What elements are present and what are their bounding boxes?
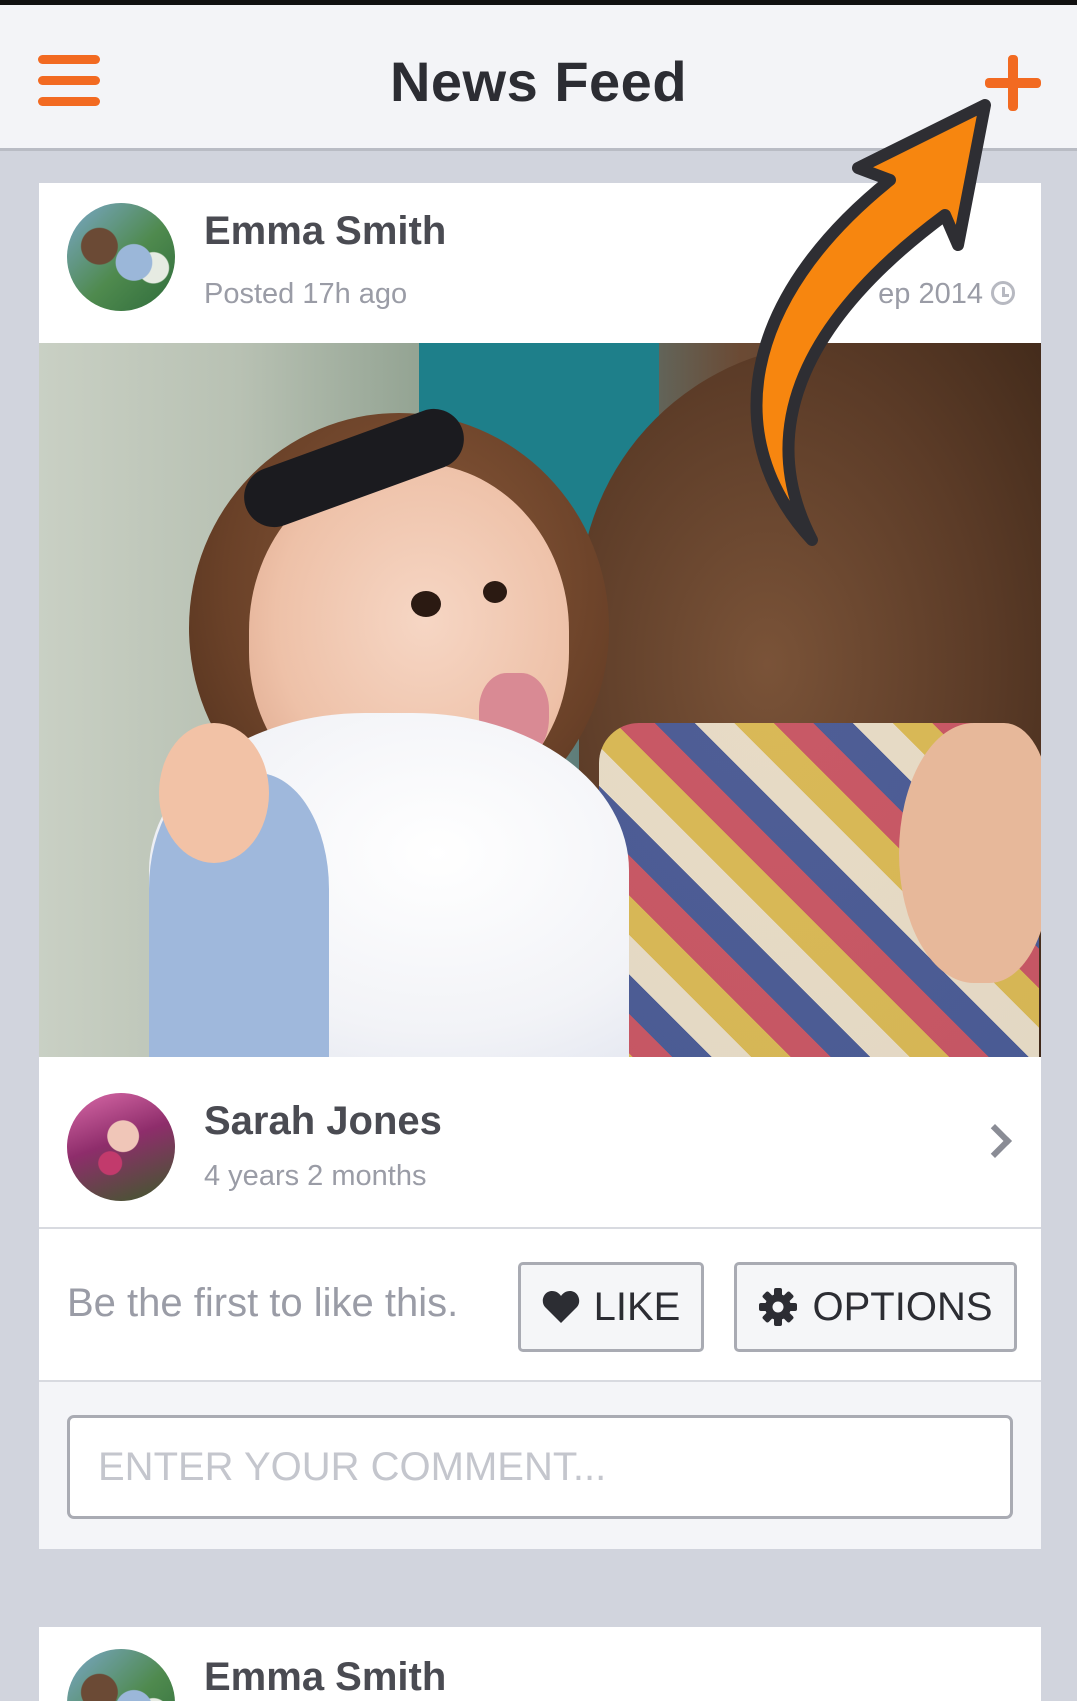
clock-icon [991, 281, 1015, 305]
feed-post: Emma Smith [39, 1627, 1041, 1701]
post-photo[interactable] [39, 343, 1041, 1057]
chevron-right-icon [978, 1124, 1012, 1158]
author-avatar[interactable] [67, 203, 175, 311]
options-label: OPTIONS [812, 1284, 993, 1329]
post-time: Posted 17h ago [204, 278, 408, 310]
tagged-age: 4 years 2 months [204, 1160, 427, 1192]
comment-area [39, 1382, 1041, 1549]
post-actions: Be the first to like this. LIKE OPTIONS [39, 1229, 1041, 1382]
app-header: News Feed [0, 5, 1077, 151]
post-header: Emma Smith Posted 17h ago ep 2014 [39, 183, 1041, 343]
tagged-child-row[interactable]: Sarah Jones 4 years 2 months [39, 1057, 1041, 1229]
comment-input[interactable] [67, 1415, 1013, 1519]
author-name[interactable]: Emma Smith [204, 209, 446, 254]
feed-post: Emma Smith Posted 17h ago ep 2014 Sarah … [39, 183, 1041, 1549]
author-name[interactable]: Emma Smith [204, 1655, 446, 1700]
options-button[interactable]: OPTIONS [734, 1262, 1017, 1352]
page-title: News Feed [389, 50, 688, 113]
like-button[interactable]: LIKE [518, 1262, 704, 1352]
author-avatar[interactable] [67, 1649, 175, 1701]
tagged-avatar [67, 1093, 175, 1201]
likes-summary: Be the first to like this. [67, 1281, 459, 1325]
post-date: ep 2014 [878, 278, 983, 310]
gear-icon [758, 1287, 798, 1327]
heart-icon [542, 1290, 580, 1324]
like-label: LIKE [593, 1284, 681, 1329]
add-post-button[interactable] [985, 55, 1041, 111]
tagged-name: Sarah Jones [204, 1099, 442, 1143]
